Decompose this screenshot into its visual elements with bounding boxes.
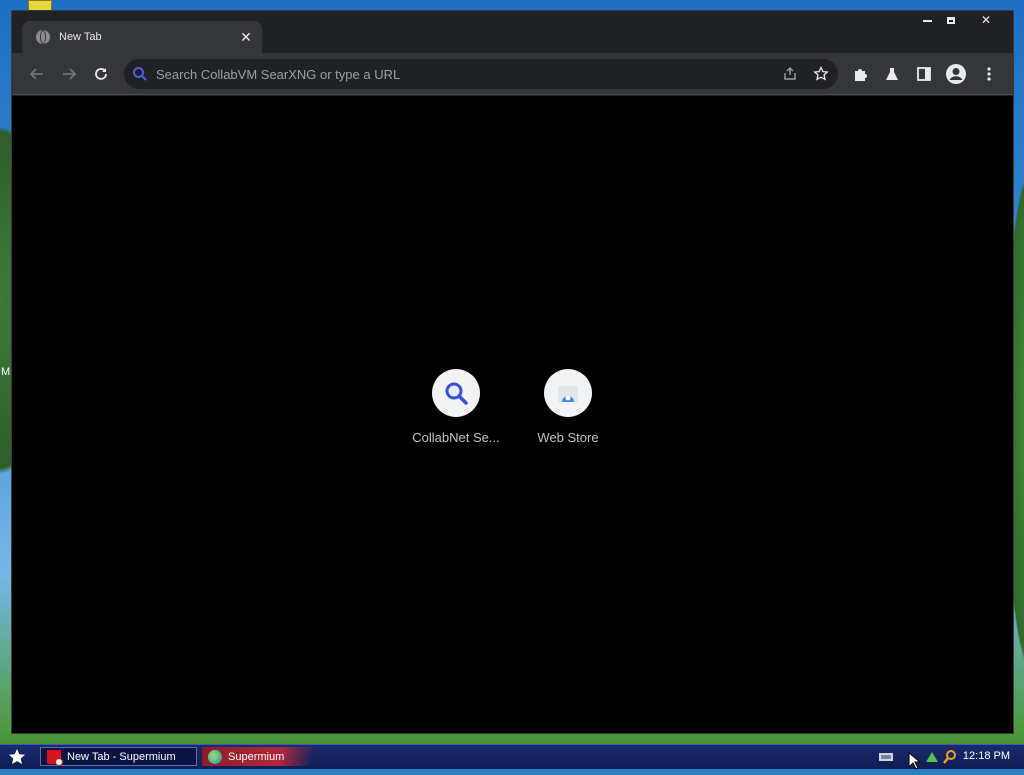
- profile-button[interactable]: [943, 61, 969, 87]
- shortcut-collabnet-search[interactable]: CollabNet Se...: [400, 369, 512, 445]
- back-arrow-icon: [29, 68, 43, 80]
- avatar-icon: [946, 64, 966, 84]
- browser-window: New Tab ✕ ✕ Search CollabVM SearXNG or t…: [11, 10, 1014, 734]
- globe-icon: [36, 30, 50, 44]
- magnifier-tray-icon[interactable]: [942, 750, 958, 764]
- close-window-button[interactable]: ✕: [971, 11, 1001, 29]
- taskbar-item-supermium[interactable]: Supermium: [202, 747, 312, 766]
- toolbar-divider: [12, 94, 1013, 95]
- shortcut-label: Web Store: [537, 430, 599, 445]
- web-store-icon: [558, 386, 578, 402]
- bookmark-star-icon[interactable]: [813, 65, 829, 87]
- maximize-button[interactable]: [939, 11, 963, 29]
- keyboard-icon[interactable]: [878, 750, 894, 764]
- supermium-globe-icon: [208, 749, 222, 764]
- puzzle-icon: [855, 69, 867, 81]
- taskbar-item-new-tab[interactable]: New Tab - Supermium: [40, 747, 197, 766]
- title-bar: New Tab ✕ ✕: [12, 11, 1013, 53]
- taskbar-item-label: New Tab - Supermium: [67, 750, 176, 763]
- new-tab-page: CollabNet Se... Web Store: [12, 96, 1013, 733]
- forward-arrow-icon: [63, 68, 77, 80]
- menu-button[interactable]: [976, 61, 1002, 87]
- shortcut-label: CollabNet Se...: [412, 430, 500, 445]
- address-input[interactable]: [154, 65, 758, 83]
- tab-new-tab[interactable]: New Tab ✕: [22, 21, 262, 53]
- search-icon: [445, 382, 468, 405]
- desktop-edge-letter: M: [1, 366, 11, 378]
- kebab-menu-icon: [987, 67, 991, 81]
- reload-icon: [95, 68, 107, 80]
- minimize-button[interactable]: [915, 11, 939, 29]
- clock[interactable]: 12:18 PM: [963, 750, 1010, 762]
- search-icon: [133, 67, 147, 81]
- supermium-window-icon: [47, 749, 63, 766]
- tab-title: New Tab: [59, 31, 102, 43]
- start-button[interactable]: [6, 747, 28, 767]
- shortcut-icon-circle: [432, 369, 480, 417]
- network-icon[interactable]: [924, 750, 940, 764]
- tab-close-icon[interactable]: ✕: [238, 29, 254, 46]
- labs-button[interactable]: [879, 61, 905, 87]
- taskbar-item-label: Supermium: [228, 750, 285, 763]
- share-icon[interactable]: [782, 66, 798, 87]
- shortcut-web-store[interactable]: Web Store: [512, 369, 624, 445]
- taskbar: New Tab - Supermium Supermium 12:18 PM: [0, 744, 1024, 769]
- back-button[interactable]: [24, 61, 50, 87]
- reload-button[interactable]: [88, 61, 114, 87]
- browser-toolbar: [12, 53, 1013, 95]
- address-bar[interactable]: [124, 59, 838, 89]
- flask-icon: [886, 68, 898, 80]
- star-icon: [9, 749, 25, 764]
- side-panel-icon: [917, 67, 931, 81]
- mouse-cursor-icon: [908, 751, 922, 775]
- shortcut-icon-circle: [544, 369, 592, 417]
- side-panel-button[interactable]: [911, 61, 937, 87]
- forward-button[interactable]: [56, 61, 82, 87]
- extensions-button[interactable]: [847, 61, 873, 87]
